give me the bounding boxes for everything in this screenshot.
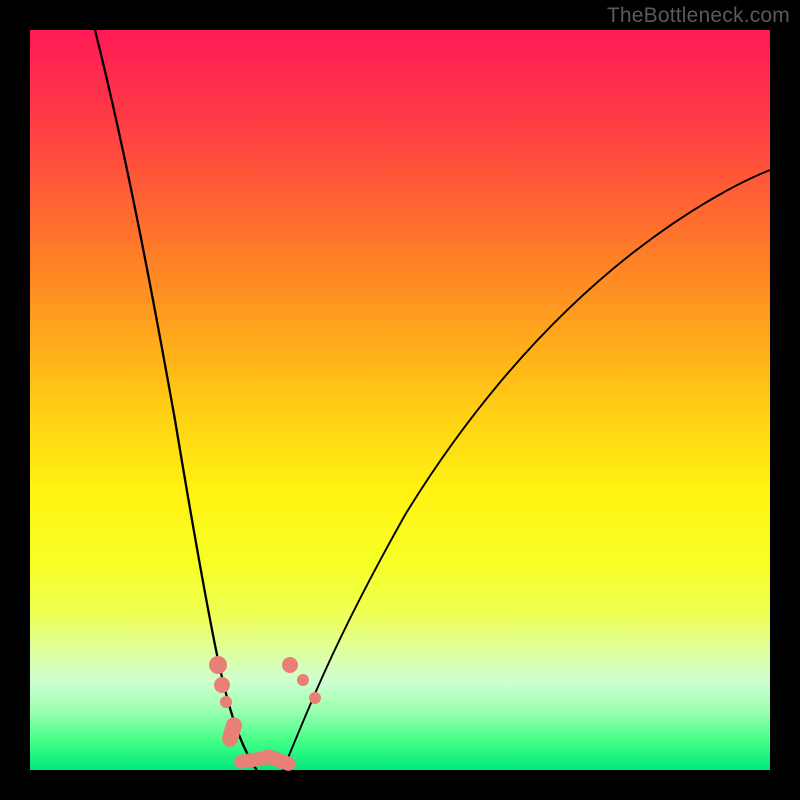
curve-layer	[30, 30, 770, 770]
watermark-text: TheBottleneck.com	[607, 4, 790, 28]
marker-dot	[209, 656, 227, 674]
plot-area	[30, 30, 770, 770]
marker-dot	[297, 674, 309, 686]
marker-dot	[282, 657, 298, 673]
marker-dot	[214, 677, 230, 693]
left-curve	[95, 30, 257, 770]
marker-dot	[309, 692, 321, 704]
marker-group	[209, 656, 321, 773]
chart-frame: TheBottleneck.com	[0, 0, 800, 800]
marker-capsule	[220, 715, 244, 748]
marker-dot	[220, 696, 232, 708]
right-curve	[283, 170, 770, 770]
